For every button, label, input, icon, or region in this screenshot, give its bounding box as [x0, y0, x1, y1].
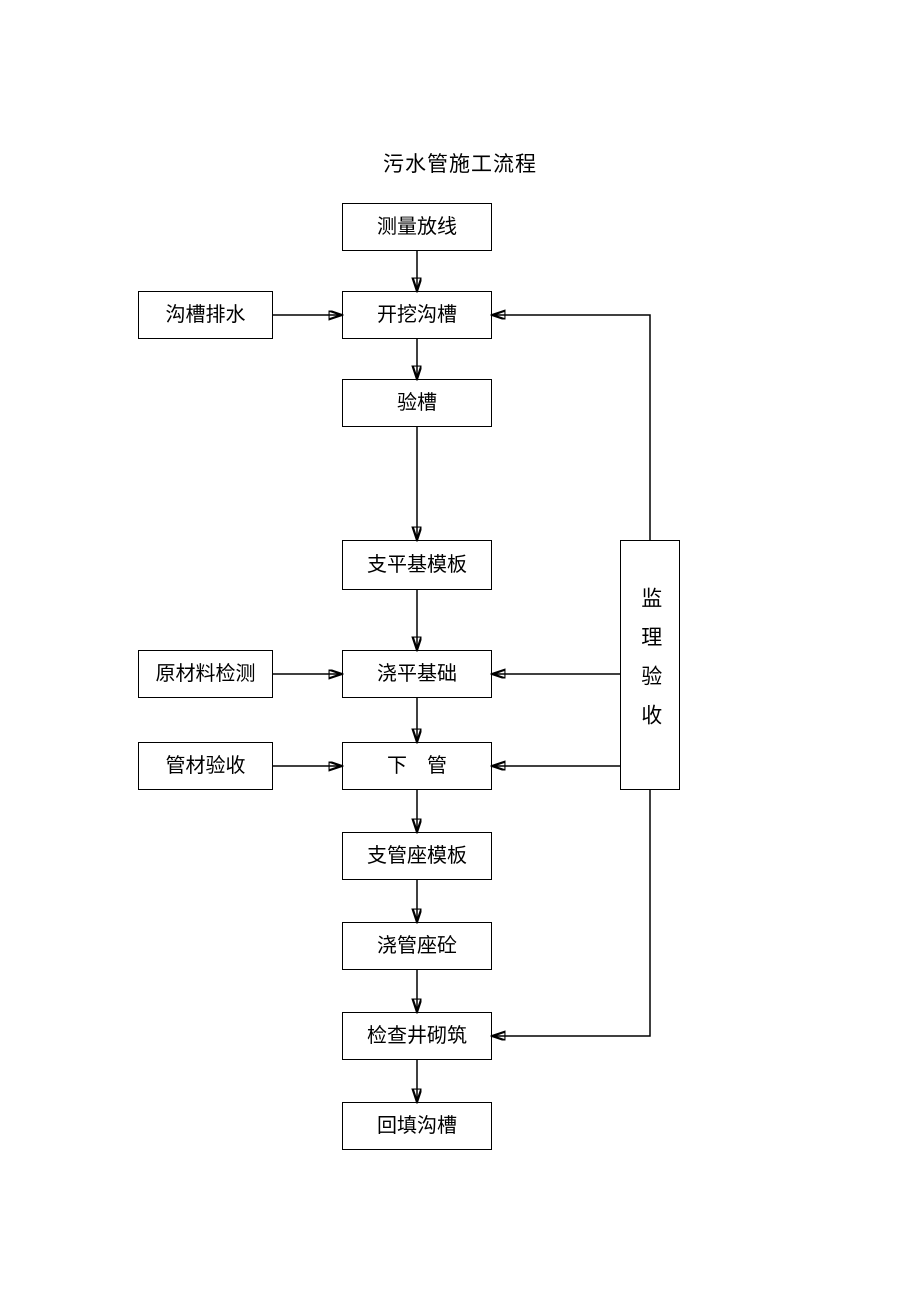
node-excavate-trench: 开挖沟槽 [342, 291, 492, 339]
diagram-title: 污水管施工流程 [0, 148, 920, 178]
node-pipe-seat-formwork: 支管座模板 [342, 832, 492, 880]
node-supervision-acceptance: 监理验收 [620, 540, 680, 790]
node-measure-layout: 测量放线 [342, 203, 492, 251]
node-flat-base-formwork: 支平基模板 [342, 540, 492, 590]
node-trench-drainage: 沟槽排水 [138, 291, 273, 339]
node-pour-flat-base: 浇平基础 [342, 650, 492, 698]
node-material-test: 原材料检测 [138, 650, 273, 698]
flowchart-canvas: 污水管施工流程 测量放线 开挖沟槽 验槽 支平基模板 浇平基础 下 管 支管座模… [0, 0, 920, 1302]
node-manhole-masonry: 检查井砌筑 [342, 1012, 492, 1060]
node-inspect-trench: 验槽 [342, 379, 492, 427]
node-pour-pipe-seat: 浇管座砼 [342, 922, 492, 970]
node-lower-pipe: 下 管 [342, 742, 492, 790]
node-pipe-acceptance: 管材验收 [138, 742, 273, 790]
node-backfill-trench: 回填沟槽 [342, 1102, 492, 1150]
